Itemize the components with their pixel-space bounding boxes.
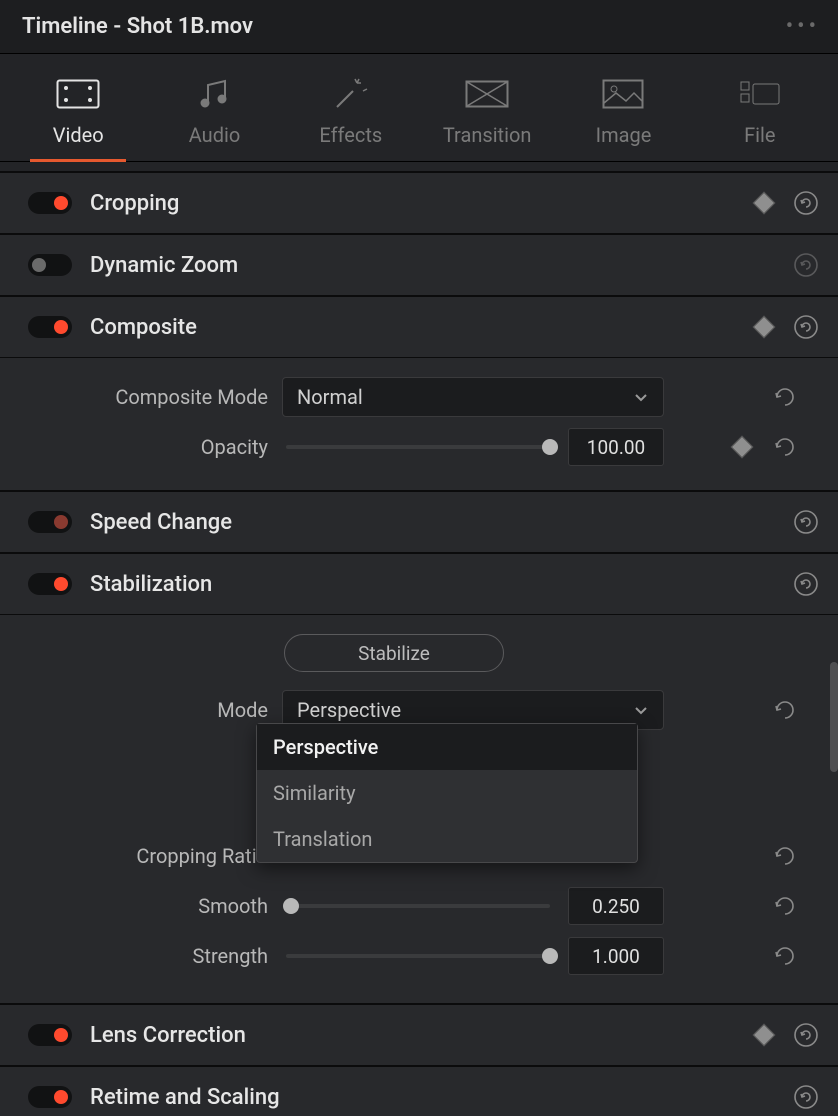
keyframe-icon[interactable] — [731, 436, 754, 459]
reset-section-icon[interactable] — [792, 189, 820, 217]
slider-strength[interactable] — [286, 954, 550, 958]
effects-icon — [329, 77, 373, 111]
tab-transition[interactable]: Transition — [419, 77, 555, 161]
file-icon — [738, 77, 782, 111]
section-header-speed-change[interactable]: Speed Change — [0, 491, 838, 553]
tab-label: File — [744, 123, 775, 147]
section-title: Cropping — [88, 191, 740, 216]
field-smooth[interactable]: 0.250 — [568, 887, 664, 925]
field-opacity[interactable]: 100.00 — [568, 428, 664, 466]
reset-row-icon[interactable] — [772, 384, 798, 410]
audio-icon — [192, 77, 236, 111]
panel-menu-icon[interactable]: ••• — [786, 14, 820, 39]
stabilize-button[interactable]: Stabilize — [284, 634, 504, 672]
tab-audio[interactable]: Audio — [146, 77, 282, 161]
section-header-dynamic-zoom[interactable]: Dynamic Zoom — [0, 234, 838, 296]
label-composite-mode: Composite Mode — [28, 385, 268, 409]
reset-section-icon[interactable] — [792, 1083, 820, 1111]
section-header-lens-correction[interactable]: Lens Correction — [0, 1004, 838, 1066]
section-header-stabilization[interactable]: Stabilization — [0, 553, 838, 615]
keyframe-icon[interactable] — [753, 316, 776, 339]
toggle-stabilization[interactable] — [28, 573, 72, 595]
tab-image[interactable]: Image — [555, 77, 691, 161]
reset-section-icon[interactable] — [792, 313, 820, 341]
section-title: Dynamic Zoom — [88, 253, 776, 278]
label-cropping-ratio: Cropping Ratio — [28, 844, 268, 868]
reset-row-icon[interactable] — [772, 943, 798, 969]
reset-section-icon[interactable] — [792, 251, 820, 279]
tab-label: Video — [53, 123, 104, 147]
toggle-composite[interactable] — [28, 316, 72, 338]
tab-video[interactable]: Video — [10, 77, 146, 161]
reset-section-icon[interactable] — [792, 570, 820, 598]
reset-row-icon[interactable] — [772, 434, 798, 460]
reset-section-icon[interactable] — [792, 508, 820, 536]
dropdown-item[interactable]: Perspective — [257, 724, 637, 770]
titlebar: Timeline - Shot 1B.mov ••• — [0, 0, 838, 54]
toggle-cropping[interactable] — [28, 192, 72, 214]
tab-label: Audio — [189, 123, 241, 147]
keyframe-icon[interactable] — [753, 1024, 776, 1047]
image-icon — [601, 77, 645, 111]
video-icon — [56, 77, 100, 111]
label-strength: Strength — [28, 944, 268, 968]
chevron-down-icon — [633, 389, 649, 405]
tab-label: Transition — [443, 123, 532, 147]
chevron-down-icon — [633, 702, 649, 718]
reset-row-icon[interactable] — [772, 893, 798, 919]
keyframe-icon[interactable] — [753, 192, 776, 215]
section-body-composite: Composite Mode Normal Opacity 100.00 — [0, 358, 838, 491]
section-header-composite[interactable]: Composite — [0, 296, 838, 358]
select-value: Normal — [297, 385, 363, 409]
tab-bar: Video Audio Effects Transition Image — [0, 54, 838, 162]
toggle-speed-change[interactable] — [28, 511, 72, 533]
select-value: Perspective — [297, 698, 401, 722]
scrollbar-thumb[interactable] — [830, 662, 838, 772]
dropdown-item[interactable]: Translation — [257, 816, 637, 862]
toggle-dynamic-zoom[interactable] — [28, 254, 72, 276]
transition-icon — [465, 77, 509, 111]
tab-label: Effects — [319, 123, 382, 147]
dropdown-stab-mode[interactable]: Perspective Similarity Translation — [256, 723, 638, 863]
sections-scroll[interactable]: Cropping Dynamic Zoom Composite — [0, 162, 838, 1116]
inspector-panel: Timeline - Shot 1B.mov ••• Video Audio E… — [0, 0, 838, 1116]
section-header-cropping[interactable]: Cropping — [0, 172, 838, 234]
section-title: Lens Correction — [88, 1023, 740, 1048]
slider-smooth[interactable] — [286, 904, 550, 908]
reset-section-icon[interactable] — [792, 1021, 820, 1049]
dropdown-item[interactable]: Similarity — [257, 770, 637, 816]
section-header-retime-scaling[interactable]: Retime and Scaling — [0, 1066, 838, 1116]
tab-label: Image — [596, 123, 652, 147]
reset-row-icon[interactable] — [772, 697, 798, 723]
label-stab-mode: Mode — [28, 698, 268, 722]
toggle-retime-scaling[interactable] — [28, 1086, 72, 1108]
section-body-stabilization: Stabilize Mode Perspective Perspective S… — [0, 615, 838, 1004]
slider-opacity[interactable] — [286, 445, 550, 449]
select-composite-mode[interactable]: Normal — [282, 377, 664, 417]
toggle-lens-correction[interactable] — [28, 1024, 72, 1046]
section-title: Speed Change — [88, 510, 776, 535]
field-strength[interactable]: 1.000 — [568, 937, 664, 975]
label-opacity: Opacity — [28, 435, 268, 459]
label-smooth: Smooth — [28, 894, 268, 918]
panel-title: Timeline - Shot 1B.mov — [22, 14, 253, 39]
section-title: Composite — [88, 315, 740, 340]
section-title: Retime and Scaling — [88, 1085, 776, 1110]
tab-file[interactable]: File — [692, 77, 828, 161]
section-title: Stabilization — [88, 572, 776, 597]
reset-row-icon[interactable] — [772, 843, 798, 869]
tab-effects[interactable]: Effects — [283, 77, 419, 161]
